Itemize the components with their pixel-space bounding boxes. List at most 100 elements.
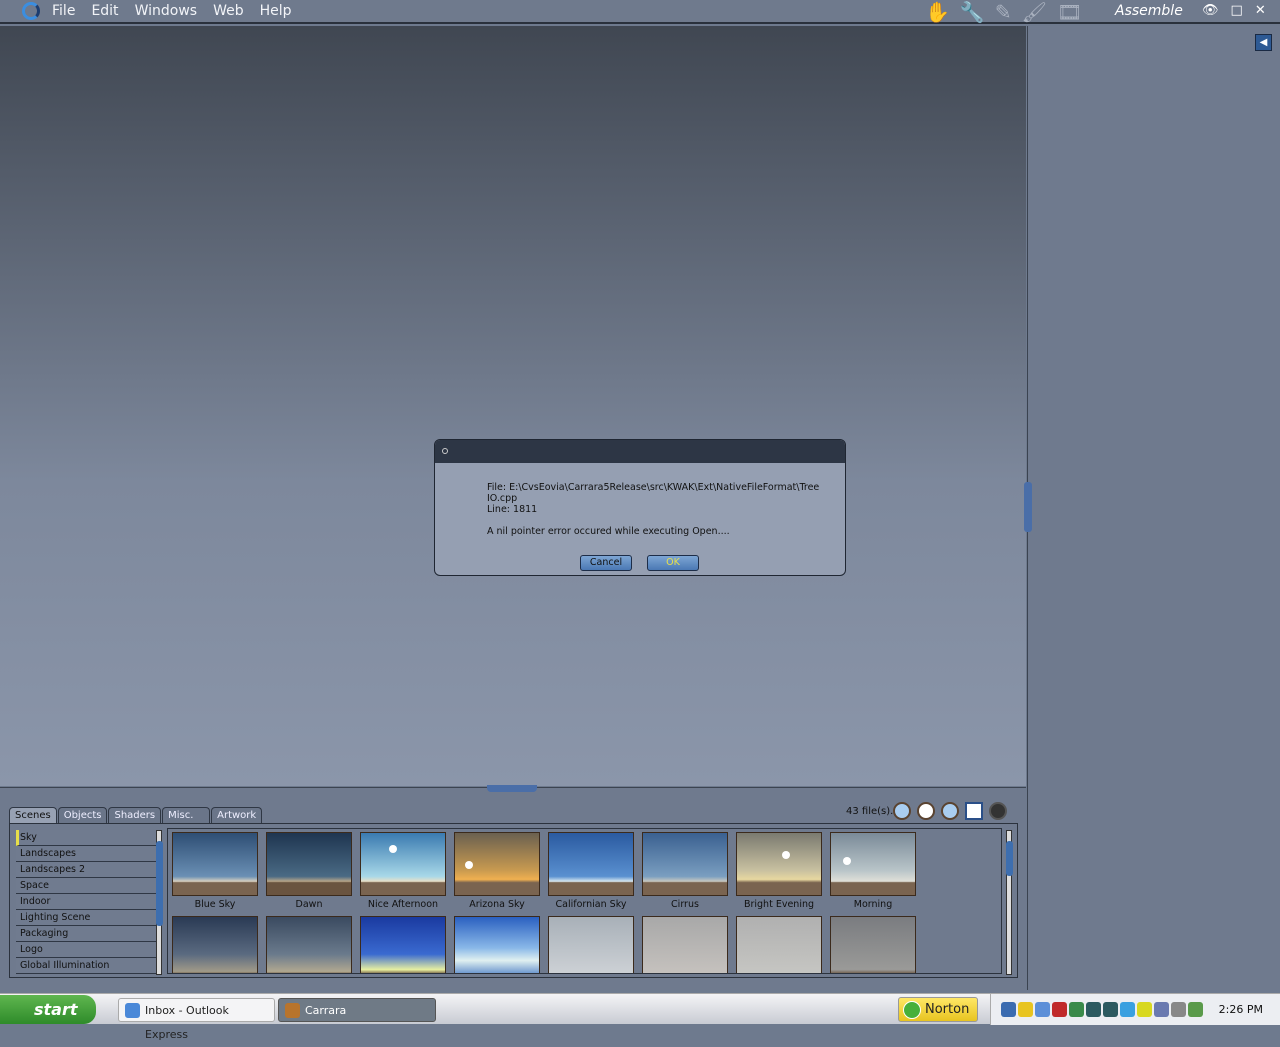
view-icon-3[interactable]: [941, 802, 959, 820]
tray-icon[interactable]: [1188, 1002, 1203, 1017]
category-item[interactable]: Lighting Scene: [16, 910, 156, 926]
app-logo-icon[interactable]: [22, 2, 40, 20]
thumbnail-image: [736, 832, 822, 896]
view-icon-1[interactable]: [893, 802, 911, 820]
thumbnail-image: [548, 832, 634, 896]
eye-icon[interactable]: 👁: [1202, 3, 1219, 18]
browser-splitter-handle[interactable]: [487, 785, 537, 792]
thumbnail-item[interactable]: Cirrus: [642, 832, 728, 914]
category-item[interactable]: Global Illumination: [16, 958, 156, 974]
thumbnail-image: [830, 832, 916, 896]
page-icon[interactable]: [989, 802, 1007, 820]
thumbnail-image: [642, 916, 728, 973]
ok-button[interactable]: OK: [647, 555, 699, 571]
menu-edit[interactable]: Edit: [91, 3, 118, 19]
tray-icon[interactable]: [1018, 1002, 1033, 1017]
thumbnail-item[interactable]: [830, 916, 916, 973]
thumbnail-item[interactable]: Californian Sky: [548, 832, 634, 914]
thumbnail-item[interactable]: [360, 916, 446, 973]
thumbnail-label: Nice Afternoon: [367, 899, 439, 910]
messenger-icon[interactable]: [1069, 1002, 1084, 1017]
dialog-title-bar[interactable]: [435, 440, 845, 463]
menu-help[interactable]: Help: [260, 3, 292, 19]
sun-icon: [782, 851, 790, 859]
menu-windows[interactable]: Windows: [135, 3, 198, 19]
thumbnail-item[interactable]: [454, 916, 540, 973]
film-icon[interactable]: 🎞: [1057, 0, 1082, 24]
thumbnail-item[interactable]: Arizona Sky: [454, 832, 540, 914]
sun-icon: [843, 857, 851, 865]
maximize-icon[interactable]: □: [1231, 3, 1243, 18]
thumbnail-item[interactable]: Nice Afternoon: [360, 832, 446, 914]
volume-icon[interactable]: [1035, 1002, 1050, 1017]
check-icon: [903, 1001, 921, 1019]
thumbnail-item[interactable]: Morning: [830, 832, 916, 914]
task-carrara[interactable]: Carrara: [278, 998, 436, 1022]
tray-icon[interactable]: [1137, 1002, 1152, 1017]
wrench-icon[interactable]: 🔧: [960, 0, 985, 24]
thumbnail-image: [266, 916, 352, 973]
sun-icon: [465, 861, 473, 869]
category-item[interactable]: Indoor: [16, 894, 156, 910]
norton-button[interactable]: Norton: [898, 997, 978, 1022]
system-tray: 2:26 PM: [990, 994, 1280, 1025]
taskbar: start Inbox - Outlook Express Carrara No…: [0, 993, 1280, 1041]
tray-icon[interactable]: [1171, 1002, 1186, 1017]
quicktime-icon[interactable]: [1120, 1002, 1135, 1017]
menu-bar: File Edit Windows Web Help ✋ 🔧 ✎ 🖌 🎞 Ass…: [0, 0, 1280, 24]
file-path: File: E:\CvsEovia\Carrara5Release\src\KW…: [487, 482, 820, 504]
task-outlook[interactable]: Inbox - Outlook Express: [118, 998, 275, 1041]
error-text: A nil pointer error occured while execut…: [487, 526, 730, 537]
menu-web[interactable]: Web: [213, 3, 244, 19]
dialog-close-icon[interactable]: [442, 448, 448, 454]
category-item[interactable]: Landscapes 2: [16, 862, 156, 878]
thumbnail-label: Bright Evening: [743, 899, 815, 910]
thumbnail-scrollbar[interactable]: [1006, 830, 1013, 975]
thumbnail-label: Blue Sky: [194, 899, 236, 910]
norton-label: Norton: [925, 1002, 970, 1017]
tab-artwork[interactable]: Artwork: [211, 807, 263, 823]
thumbnail-image: [360, 916, 446, 973]
tray-icon[interactable]: [1001, 1002, 1016, 1017]
thumbnail-item[interactable]: [172, 916, 258, 973]
category-item[interactable]: Space: [16, 878, 156, 894]
3d-viewport[interactable]: [0, 26, 1026, 786]
thumbnail-label: Dawn: [295, 899, 323, 910]
thumbnail-image: [172, 916, 258, 973]
close-icon[interactable]: ✕: [1255, 3, 1266, 18]
tray-icon[interactable]: [1086, 1002, 1101, 1017]
outlook-icon: [125, 1003, 140, 1018]
thumbnail-item[interactable]: Blue Sky: [172, 832, 258, 914]
category-item[interactable]: Landscapes: [16, 846, 156, 862]
category-item[interactable]: Logo: [16, 942, 156, 958]
tab-misc[interactable]: Misc.: [162, 807, 211, 823]
tab-objects[interactable]: Objects: [57, 807, 108, 823]
tray-icon[interactable]: [1052, 1002, 1067, 1017]
thumbnail-item[interactable]: Bright Evening: [736, 832, 822, 914]
panel-splitter-handle[interactable]: [1024, 482, 1032, 532]
thumbnail-item[interactable]: [266, 916, 352, 973]
thumbnail-item[interactable]: [642, 916, 728, 973]
pencil-icon[interactable]: ✎: [995, 0, 1012, 24]
menu-file[interactable]: File: [52, 3, 75, 19]
thumbnail-item[interactable]: [548, 916, 634, 973]
category-scrollbar[interactable]: [156, 830, 163, 975]
start-button[interactable]: start: [0, 995, 96, 1024]
brush-icon[interactable]: 🖌: [1022, 0, 1047, 24]
hand-icon[interactable]: ✋: [925, 0, 950, 24]
panel-layout-icon[interactable]: [965, 802, 983, 820]
thumbnail-image: [830, 916, 916, 973]
tab-shaders[interactable]: Shaders: [108, 807, 162, 823]
thumbnail-image: [360, 832, 446, 896]
category-item[interactable]: Sky: [16, 830, 156, 846]
task-label: Carrara: [305, 1004, 347, 1017]
category-item[interactable]: Packaging: [16, 926, 156, 942]
network-icon[interactable]: [1154, 1002, 1169, 1017]
thumbnail-item[interactable]: Dawn: [266, 832, 352, 914]
tray-icon[interactable]: [1103, 1002, 1118, 1017]
collapse-panel-button[interactable]: ◀: [1255, 34, 1272, 51]
tab-scenes[interactable]: Scenes: [9, 807, 57, 823]
thumbnail-item[interactable]: [736, 916, 822, 973]
view-icon-2[interactable]: [917, 802, 935, 820]
cancel-button[interactable]: Cancel: [580, 555, 632, 571]
